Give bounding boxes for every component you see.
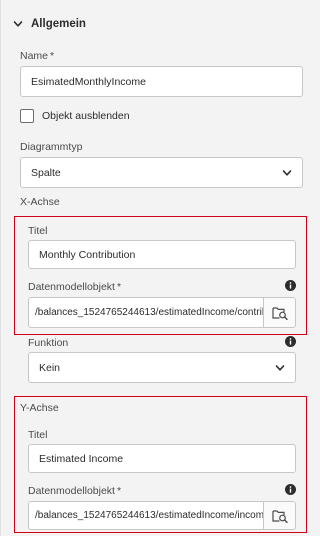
required-mark: * [50, 50, 55, 62]
x-axis-data-model-value[interactable]: /balances_1524765244613/estimatedIncome/… [29, 298, 263, 327]
section-title: Allgemein [31, 18, 86, 30]
y-axis-title-label: Titel [28, 429, 48, 441]
y-axis-title-input[interactable]: Estimated Income [28, 444, 296, 473]
info-icon[interactable] [285, 336, 296, 347]
chart-type-value: Spalte [31, 166, 61, 179]
info-icon[interactable] [285, 484, 296, 495]
name-label: Name * [20, 50, 54, 62]
y-axis-browse-button[interactable] [263, 502, 295, 529]
name-input[interactable]: EsimatedMonthlyIncome [20, 66, 303, 97]
chart-type-label: Diagrammtyp [20, 141, 83, 153]
info-icon[interactable] [285, 280, 296, 291]
chevron-down-icon [275, 364, 285, 371]
hide-object-checkbox[interactable] [20, 109, 34, 123]
x-axis-title-input[interactable]: Monthly Contribution [28, 240, 296, 269]
x-axis-data-model-field[interactable]: /balances_1524765244613/estimatedIncome/… [28, 297, 296, 328]
function-value: Kein [39, 361, 61, 374]
folder-search-icon [271, 509, 288, 523]
y-axis-heading: Y-Achse [20, 402, 59, 414]
folder-search-icon [271, 306, 288, 320]
chevron-down-icon [13, 21, 23, 27]
hide-object-checkbox-row[interactable]: Objekt ausblenden [20, 109, 130, 123]
y-axis-data-model-field[interactable]: /balances_1524765244613/estimatedIncome/… [28, 501, 296, 530]
name-label-text: Name [20, 50, 49, 62]
x-axis-heading: X-Achse [20, 196, 60, 208]
y-axis-data-model-label: Datenmodellobjekt * [28, 485, 121, 497]
required-mark: * [116, 281, 122, 293]
function-label: Funktion [28, 337, 69, 349]
x-axis-data-model-label: Datenmodellobjekt * [28, 281, 121, 293]
x-axis-data-model-label-text: Datenmodellobjekt [28, 281, 115, 293]
required-mark: * [116, 485, 122, 497]
chevron-down-icon [282, 169, 292, 176]
function-select[interactable]: Kein [28, 352, 296, 383]
hide-object-label: Objekt ausblenden [42, 110, 130, 122]
x-axis-title-label: Titel [28, 225, 48, 237]
chart-type-select[interactable]: Spalte [20, 157, 303, 188]
y-axis-data-model-label-text: Datenmodellobjekt [28, 485, 115, 497]
x-axis-browse-button[interactable] [263, 298, 295, 327]
section-header-allgemein[interactable]: Allgemein [13, 14, 86, 34]
properties-panel: Allgemein Name * EsimatedMonthlyIncome Ob… [0, 0, 310, 536]
y-axis-data-model-value[interactable]: /balances_1524765244613/estimatedIncome/… [29, 502, 263, 529]
